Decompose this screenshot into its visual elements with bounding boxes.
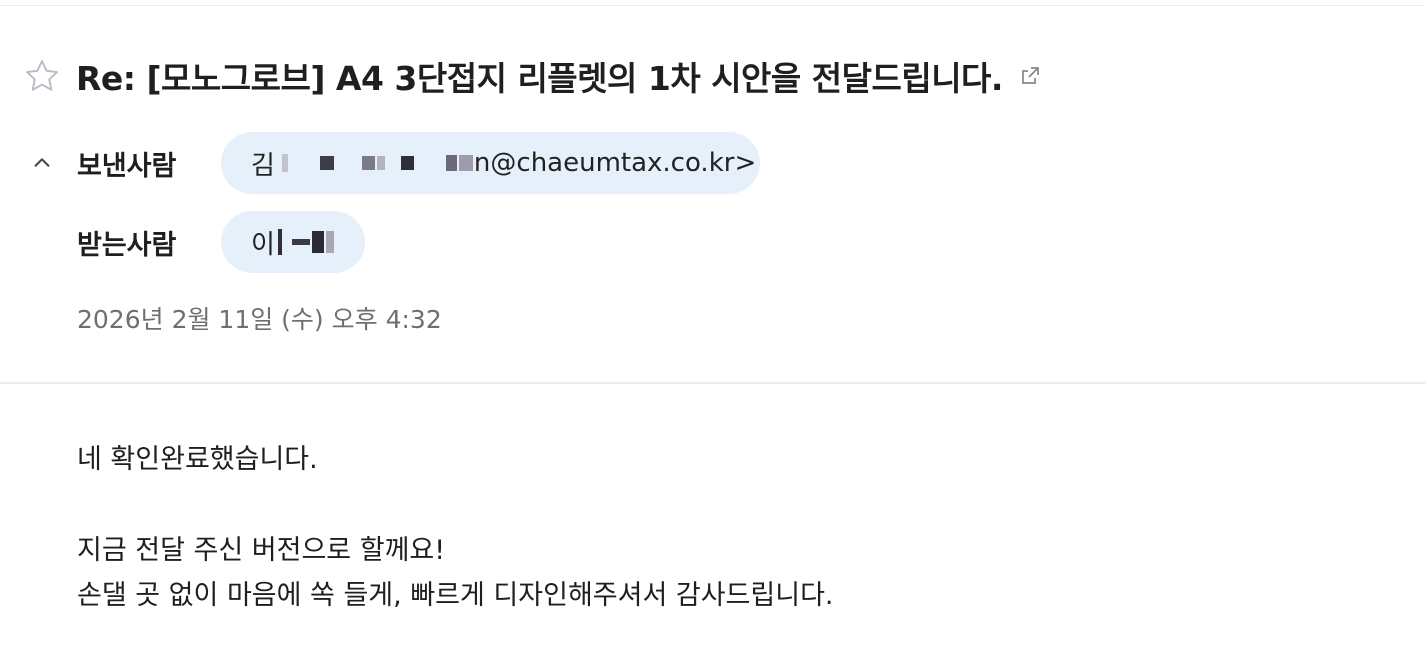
redacted-block xyxy=(277,229,335,255)
recipient-label: 받는사람 xyxy=(77,229,177,261)
body-line-1: 네 확인완료했습니다. xyxy=(77,444,318,475)
recipient-chip[interactable]: 이 xyxy=(221,211,365,273)
email-date: 2026년 2월 11일 (수) 오후 4:32 xyxy=(77,305,442,334)
top-divider xyxy=(0,5,1425,6)
open-in-new-window-icon[interactable] xyxy=(1017,63,1043,89)
subject-row: Re: [모노그로브] A4 3단접지 리플렛의 1차 시안을 전달드립니다. xyxy=(22,52,1043,100)
sender-email: n@chaeumtax.co.kr> xyxy=(473,148,757,178)
body-line-2: 지금 전달 주신 버전으로 할께요! xyxy=(77,535,446,566)
recipient-name: 이 xyxy=(251,229,275,260)
body-line-3: 손댈 곳 없이 마음에 쏙 들게, 빠르게 디자인해주셔서 감사드립니다. xyxy=(77,580,834,611)
email-subject: Re: [모노그로브] A4 3단접지 리플렛의 1차 시안을 전달드립니다. xyxy=(76,59,1003,98)
sender-name: 김 xyxy=(251,150,275,181)
star-icon[interactable] xyxy=(22,56,62,96)
header-divider xyxy=(0,382,1425,384)
sender-chip[interactable]: 김 n@chaeumtax.co.kr> xyxy=(221,132,760,194)
sender-label: 보낸사람 xyxy=(77,150,177,182)
redacted-block xyxy=(281,154,474,172)
chevron-up-icon[interactable] xyxy=(30,151,54,175)
